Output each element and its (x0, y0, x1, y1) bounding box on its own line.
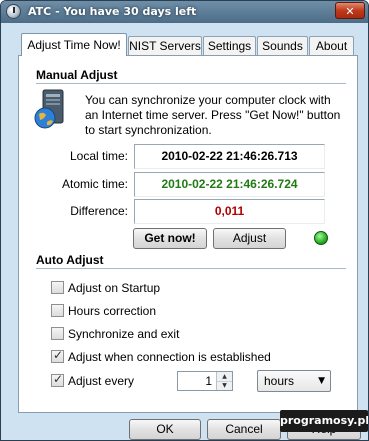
atomic-time-value: 2010-02-22 21:46:26.724 (134, 172, 325, 197)
manual-adjust-description: You can synchronize your computer clock … (85, 93, 341, 137)
interval-stepper[interactable]: 1 ▲ ▼ (177, 371, 233, 391)
clock-icon (6, 4, 21, 19)
checkmark-icon: ✓ (53, 348, 64, 362)
adjust-button[interactable]: Adjust (213, 228, 286, 249)
tab-sounds[interactable]: Sounds (257, 36, 308, 55)
difference-label: Difference: (70, 204, 128, 218)
auto-adjust-title: Auto Adjust (36, 253, 104, 267)
interval-value[interactable]: 1 (205, 374, 212, 388)
computer-globe-icon (34, 89, 64, 129)
synchronize-and-exit-label[interactable]: Synchronize and exit (68, 327, 179, 341)
synchronize-and-exit-checkbox[interactable] (51, 327, 64, 340)
adjust-on-connection-label[interactable]: Adjust when connection is established (68, 350, 271, 364)
tab-about[interactable]: About (309, 36, 354, 55)
adjust-every-checkbox[interactable]: ✓ (51, 372, 64, 387)
hours-correction-checkbox[interactable] (51, 304, 64, 317)
adjust-on-connection-checkbox[interactable]: ✓ (51, 348, 64, 363)
auto-adjust-divider (36, 268, 346, 269)
get-now-button[interactable]: Get now! (133, 228, 207, 249)
local-time-value: 2010-02-22 21:46:26.713 (134, 144, 325, 169)
title-bar[interactable]: ATC - You have 30 days left ✕ (1, 1, 368, 23)
hours-correction-label[interactable]: Hours correction (68, 304, 156, 318)
adjust-on-startup-checkbox[interactable] (51, 281, 64, 294)
atc-window: ATC - You have 30 days left ✕ Adjust Tim… (0, 0, 369, 441)
adjust-every-label[interactable]: Adjust every (68, 374, 134, 388)
chevron-down-icon[interactable]: ▼ (318, 374, 325, 388)
interval-unit-value: hours (264, 374, 295, 388)
green-status-icon (314, 231, 328, 245)
stepper-buttons: ▲ ▼ (216, 372, 232, 390)
checkmark-icon: ✓ (53, 372, 64, 386)
local-time-label: Local time: (69, 149, 128, 163)
difference-value: 0,011 (134, 199, 325, 224)
manual-adjust-title: Manual Adjust (36, 68, 118, 82)
interval-unit-select[interactable]: hours ▼ (257, 370, 331, 392)
atomic-time-label: Atomic time: (61, 177, 128, 191)
decrement-arrow-icon[interactable]: ▼ (217, 381, 232, 390)
watermark-badge: programosy.pl (280, 410, 368, 432)
ok-button[interactable]: OK (129, 419, 201, 440)
close-button[interactable]: ✕ (335, 2, 365, 19)
tab-adjust-time-now[interactable]: Adjust Time Now! (21, 33, 127, 56)
cancel-button[interactable]: Cancel (207, 419, 281, 440)
adjust-on-startup-label[interactable]: Adjust on Startup (68, 281, 160, 295)
manual-adjust-divider (36, 83, 346, 84)
tab-settings[interactable]: Settings (203, 36, 256, 55)
window-title: ATC - You have 30 days left (28, 5, 197, 18)
tab-nist-servers[interactable]: NIST Servers (128, 36, 202, 55)
